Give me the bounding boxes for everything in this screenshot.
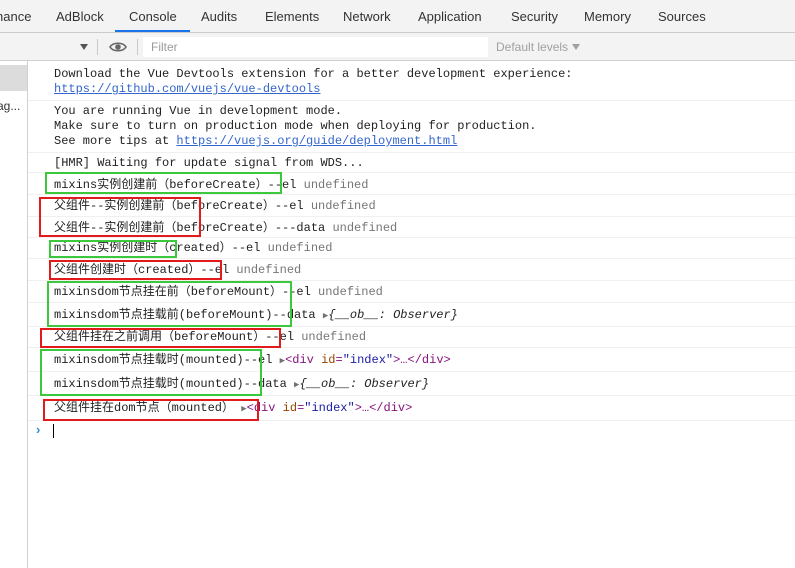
tab-audits[interactable]: Audits	[201, 0, 237, 32]
console-prompt-icon: ›	[36, 422, 41, 437]
console-message: 父组件--实例创建前（beforeCreate）---data undefine…	[28, 217, 795, 238]
sidebar-selected-item[interactable]	[0, 65, 27, 91]
tab-memory[interactable]: Memory	[584, 0, 631, 32]
message-text: mixinsdom节点挂在前（beforeMount）--el undefine…	[54, 285, 383, 299]
sidebar-item-label[interactable]: ag...	[0, 99, 20, 113]
tab-sources[interactable]: Sources	[658, 0, 706, 32]
active-tab-indicator	[115, 30, 190, 32]
console-message: mixins实例创建时（created）--el undefined	[28, 238, 795, 259]
vue-devtools-link[interactable]: https://github.com/vuejs/vue-devtools	[54, 82, 320, 97]
message-text: You are running Vue in development mode.	[54, 104, 343, 118]
message-text: mixins实例创建时（created）--el undefined	[54, 241, 333, 255]
message-text: mixinsdom节点挂载前(beforeMount)--data ▶{__ob…	[54, 308, 458, 322]
console-message: 父组件--实例创建前（beforeCreate）--el undefined	[28, 195, 795, 217]
console-message: mixins实例创建前（beforeCreate）--el undefined	[28, 173, 795, 195]
eye-icon[interactable]	[109, 39, 127, 60]
dom-node[interactable]: <div id="index">…</div>	[285, 353, 451, 367]
message-text: 父组件挂在dom节点（mounted） ▶<div id="index">…</…	[54, 401, 413, 415]
message-text: Download the Vue Devtools extension for …	[54, 67, 573, 81]
observer-object[interactable]: {__ob__: Observer}	[299, 377, 429, 391]
console-sidebar: ag...	[0, 61, 28, 568]
tab-security[interactable]: Security	[511, 0, 558, 32]
console-input-cursor[interactable]	[53, 424, 54, 438]
chevron-down-icon	[572, 44, 581, 50]
message-text: 父组件--实例创建前（beforeCreate）--el undefined	[54, 199, 376, 213]
console-message: mixinsdom节点挂载时(mounted)--data ▶{__ob__: …	[28, 372, 795, 396]
console-message: 父组件挂在之前调用（beforeMount）--el undefined	[28, 327, 795, 348]
console-message: mixinsdom节点挂载前(beforeMount)--data ▶{__ob…	[28, 303, 795, 327]
toolbar-divider	[137, 39, 138, 55]
console-message: You are running Vue in development mode.…	[28, 101, 795, 153]
tab-network[interactable]: Network	[343, 0, 391, 32]
tab-application[interactable]: Application	[418, 0, 482, 32]
console-message: 父组件挂在dom节点（mounted） ▶<div id="index">…</…	[28, 396, 795, 421]
message-text: 父组件--实例创建前（beforeCreate）---data undefine…	[54, 221, 398, 235]
tab-console[interactable]: Console	[129, 0, 177, 32]
tab-elements[interactable]: Elements	[265, 0, 319, 32]
console-message: [HMR] Waiting for update signal from WDS…	[28, 153, 795, 173]
observer-object[interactable]: {__ob__: Observer}	[328, 308, 458, 322]
message-text: See more tips at https://vuejs.org/guide…	[54, 134, 458, 148]
message-text: Make sure to turn on production mode whe…	[54, 119, 537, 133]
console-message: mixinsdom节点挂在前（beforeMount）--el undefine…	[28, 281, 795, 303]
context-dropdown-icon[interactable]	[80, 44, 88, 50]
message-text: 父组件挂在之前调用（beforeMount）--el undefined	[54, 330, 367, 344]
dom-node[interactable]: <div id="index">…</div>	[247, 401, 413, 415]
log-levels-dropdown[interactable]: Default levels	[496, 39, 581, 55]
console-messages: Download the Vue Devtools extension for …	[28, 61, 795, 568]
toolbar-divider	[97, 39, 98, 55]
message-text: mixinsdom节点挂载时(mounted)--el ▶<div id="in…	[54, 353, 451, 367]
filter-input[interactable]	[143, 37, 488, 57]
message-text: mixinsdom节点挂载时(mounted)--data ▶{__ob__: …	[54, 377, 430, 391]
log-levels-label: Default levels	[496, 40, 569, 54]
console-toolbar: Default levels	[0, 33, 795, 61]
deployment-guide-link[interactable]: https://vuejs.org/guide/deployment.html	[176, 134, 457, 148]
message-text: 父组件创建时（created）--el undefined	[54, 263, 302, 277]
console-message: mixinsdom节点挂载时(mounted)--el ▶<div id="in…	[28, 348, 795, 372]
hmr-message: [HMR] Waiting for update signal from WDS…	[54, 156, 364, 170]
message-text: mixins实例创建前（beforeCreate）--el undefined	[54, 178, 369, 192]
devtools-tab-bar: nance AdBlock Console Audits Elements Ne…	[0, 0, 795, 33]
tab-adblock[interactable]: AdBlock	[56, 0, 104, 32]
console-message: 父组件创建时（created）--el undefined	[28, 259, 795, 281]
console-message: Download the Vue Devtools extension for …	[28, 61, 795, 101]
tab-performance[interactable]: nance	[0, 0, 31, 32]
